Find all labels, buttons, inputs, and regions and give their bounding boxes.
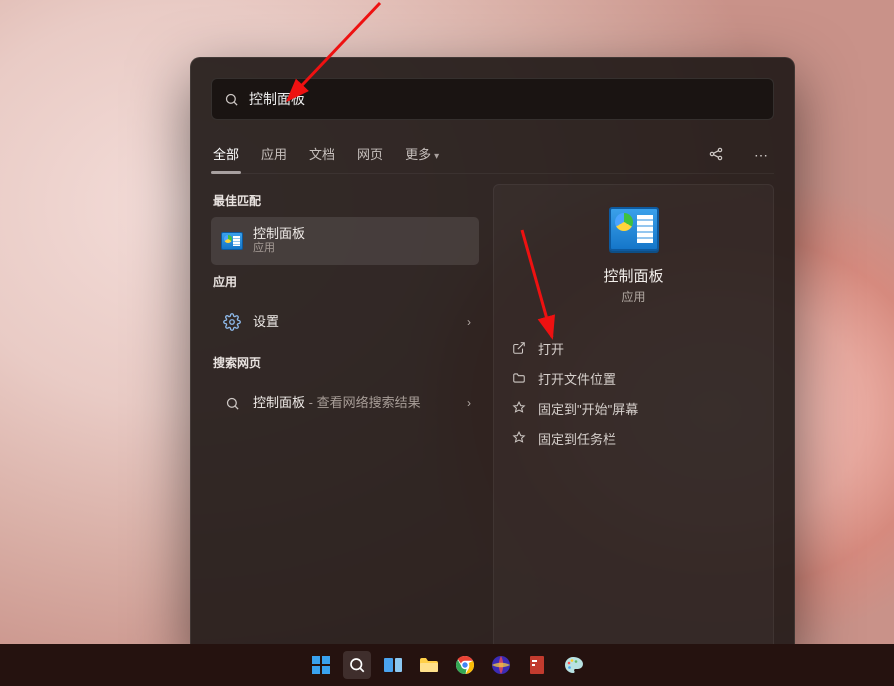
result-title: 控制面板 - 查看网络搜索结果	[253, 395, 421, 411]
chevron-down-icon: ▾	[434, 151, 439, 162]
taskbar-search-button[interactable]	[343, 651, 371, 679]
share-icon[interactable]	[702, 140, 730, 171]
section-best-match: 最佳匹配	[213, 192, 479, 209]
folder-icon	[510, 371, 528, 385]
detail-title: 控制面板	[506, 265, 761, 286]
taskbar	[0, 644, 894, 686]
tab-documents[interactable]: 文档	[307, 138, 337, 173]
action-pin-to-taskbar[interactable]: 固定到任务栏	[506, 423, 761, 453]
open-icon	[510, 341, 528, 355]
chrome-icon	[455, 655, 475, 675]
taskbar-task-view[interactable]	[379, 651, 407, 679]
search-icon	[348, 656, 366, 674]
windows-logo-icon	[311, 655, 331, 675]
chevron-right-icon: ›	[467, 396, 471, 410]
results-column: 最佳匹配 控制面板 应用 应用 设置 › 搜索网页	[211, 184, 479, 664]
result-web-search[interactable]: 控制面板 - 查看网络搜索结果 ›	[211, 379, 479, 427]
task-view-icon	[383, 655, 403, 675]
more-options-icon[interactable]: ⋯	[748, 141, 774, 170]
action-label: 打开	[538, 339, 564, 358]
folder-icon	[419, 656, 439, 674]
detail-subtitle: 应用	[506, 288, 761, 305]
taskbar-browser[interactable]	[487, 651, 515, 679]
action-pin-to-start[interactable]: 固定到"开始"屏幕	[506, 393, 761, 423]
taskbar-office[interactable]	[523, 651, 551, 679]
tab-apps[interactable]: 应用	[259, 138, 289, 173]
detail-pane: 控制面板 应用 打开 打开文件位置 固定到"开始"屏幕	[493, 184, 774, 664]
search-box[interactable]	[211, 78, 774, 120]
filter-tabs: 全部 应用 文档 网页 更多▾ ⋯	[211, 138, 774, 174]
section-search-web: 搜索网页	[213, 354, 479, 371]
result-control-panel[interactable]: 控制面板 应用	[211, 217, 479, 265]
tab-web[interactable]: 网页	[355, 138, 385, 173]
taskbar-chrome[interactable]	[451, 651, 479, 679]
result-subtitle: 应用	[253, 242, 305, 256]
chevron-right-icon: ›	[467, 315, 471, 329]
tab-more[interactable]: 更多▾	[403, 138, 441, 173]
taskbar-file-explorer[interactable]	[415, 651, 443, 679]
office-icon	[528, 655, 546, 675]
action-open-file-location[interactable]: 打开文件位置	[506, 363, 761, 393]
tab-all[interactable]: 全部	[211, 138, 241, 173]
control-panel-icon-large	[609, 207, 659, 251]
search-icon	[225, 396, 240, 411]
taskbar-paint[interactable]	[559, 651, 587, 679]
control-panel-icon	[221, 232, 243, 250]
action-label: 固定到任务栏	[538, 429, 616, 448]
pin-icon	[510, 401, 528, 415]
pin-icon	[510, 431, 528, 445]
section-apps: 应用	[213, 273, 479, 290]
browser-globe-icon	[491, 655, 511, 675]
action-label: 打开文件位置	[538, 369, 616, 388]
taskbar-start-button[interactable]	[307, 651, 335, 679]
action-label: 固定到"开始"屏幕	[538, 399, 638, 418]
result-settings[interactable]: 设置 ›	[211, 298, 479, 346]
result-title: 控制面板	[253, 226, 305, 242]
start-search-panel: 全部 应用 文档 网页 更多▾ ⋯ 最佳匹配 控制面板 应用 应用	[190, 57, 795, 659]
palette-icon	[563, 655, 583, 675]
search-input[interactable]	[249, 91, 761, 107]
search-icon	[224, 92, 239, 107]
result-title: 设置	[253, 314, 279, 330]
gear-icon	[223, 313, 241, 331]
action-open[interactable]: 打开	[506, 333, 761, 363]
